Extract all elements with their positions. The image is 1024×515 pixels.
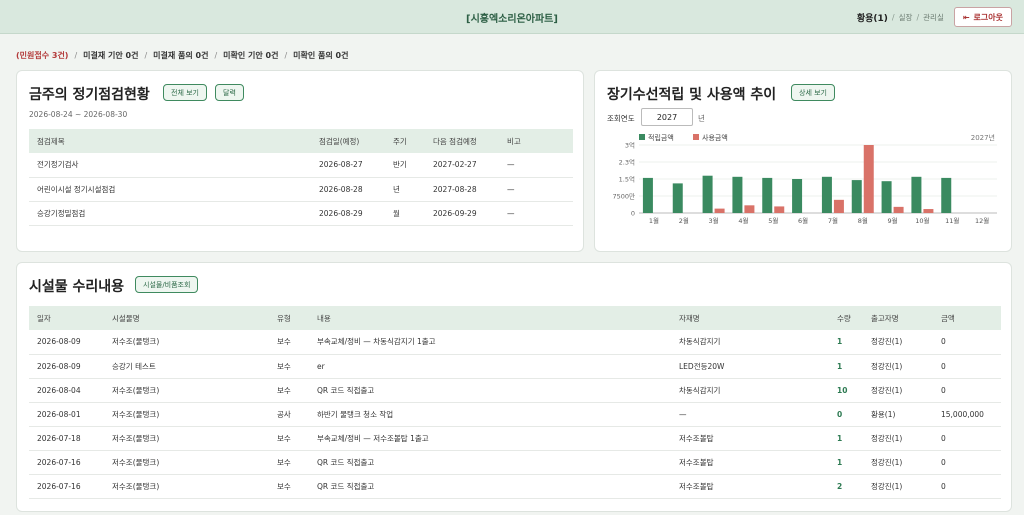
notice-unapproved-requests[interactable]: 미결재 품의 0건: [153, 50, 208, 61]
bar-accumulated: [672, 183, 683, 213]
inspection-date-range: 2026-08-24 ~ 2026-08-30: [29, 110, 128, 119]
notification-bar: (민원접수 3건) / 미결재 기안 0건 / 미결재 품의 0건 / 미확인 …: [16, 50, 349, 61]
col-date[interactable]: 일자: [29, 306, 104, 330]
x-tick-label: 10월: [915, 216, 929, 225]
col-amount[interactable]: 금액: [933, 306, 1001, 330]
bar-accumulated: [941, 177, 952, 213]
col-type[interactable]: 유형: [269, 306, 309, 330]
x-tick-label: 8월: [858, 216, 868, 225]
legend-label-used: 사용금액: [702, 133, 728, 142]
bar-used: [714, 208, 725, 213]
table-row[interactable]: 어린이시설 정기시설점검 2026-08-28 년 2027-08-28—: [29, 177, 573, 202]
inspection-table: 점검제목 점검일(예정) 주기 다음 점검예정 비고 전기정기검사 2026-08…: [29, 129, 573, 226]
y-tick-label: 7500만: [612, 192, 635, 201]
bar-accumulated: [762, 177, 773, 213]
bar-used: [744, 205, 755, 213]
user-role: 실장: [898, 12, 913, 22]
col-title[interactable]: 점검제목: [29, 129, 311, 153]
facility-query-button[interactable]: 시설물/비품조회: [135, 276, 199, 293]
bar-accumulated: [792, 179, 803, 213]
bar-accumulated: [642, 177, 653, 213]
legend-swatch-accumulated: [639, 134, 645, 140]
fund-chart: 적립금액 사용금액 2027년 3억 2.3억 1.5억 7500만 0 1월 2월 3월 4월 5월 6…: [612, 133, 997, 225]
bar-accumulated: [911, 176, 922, 213]
inspection-card: 금주의 정기점검현황 전체 보기 달력 2026-08-24 ~ 2026-08…: [16, 70, 584, 252]
bar-accumulated: [851, 180, 862, 213]
legend-note: 2027년: [971, 133, 995, 142]
detail-button[interactable]: 상세 보기: [791, 84, 835, 101]
col-note[interactable]: 비고: [499, 129, 573, 153]
x-tick-label: 5월: [768, 216, 778, 225]
x-tick-label: 4월: [738, 216, 748, 225]
bar-used: [893, 206, 904, 213]
y-tick-label: 1.5억: [619, 176, 635, 184]
x-tick-label: 3월: [709, 216, 719, 225]
table-row[interactable]: 2026-07-16 저수조(물탱크) 보수 QR 코드 직접출고 저수조볼탑 1 정강진(…: [29, 450, 1001, 475]
col-date[interactable]: 점검일(예정): [311, 129, 385, 153]
table-row[interactable]: 승강기정밀점검 2026-08-29 월 2026-09-29—: [29, 201, 573, 226]
fund-title: 장기수선적립 및 사용액 추이: [607, 87, 777, 103]
col-facility[interactable]: 시설물명: [104, 306, 269, 330]
bar-used: [833, 199, 844, 213]
logout-label: 로그아웃: [973, 12, 1003, 22]
bar-used: [774, 206, 785, 213]
year-input[interactable]: 2027: [641, 108, 693, 126]
col-issuer[interactable]: 출고자명: [863, 306, 933, 330]
notice-unread-requests[interactable]: 미확인 품의 0건: [293, 50, 348, 61]
legend-swatch-used: [693, 134, 699, 140]
top-bar: [시흥엑소리온아파트] 황용(1) / 실장 / 관리실 ⇤ 로그아웃: [0, 0, 1024, 34]
col-cycle[interactable]: 주기: [385, 129, 425, 153]
x-tick-label: 6월: [798, 216, 808, 225]
x-tick-label: 11월: [945, 216, 959, 225]
repairs-table: 일자 시설물명 유형 내용 자재명 수량 출고자명 금액 2026-08-09 저…: [29, 306, 1001, 499]
bar-accumulated: [821, 176, 832, 213]
x-tick-label: 12월: [975, 216, 989, 225]
notice-complaints[interactable]: (민원접수 3건): [16, 50, 68, 61]
y-tick-label: 3억: [625, 142, 635, 150]
col-qty[interactable]: 수량: [829, 306, 863, 330]
user-department: 관리실: [923, 12, 944, 22]
user-area: 황용(1) / 실장 / 관리실 ⇤ 로그아웃: [857, 6, 1012, 28]
table-row[interactable]: 2026-08-04 저수조(물탱크) 보수 QR 코드 직접출고 차동식감지기 10 정강…: [29, 378, 1001, 403]
y-tick-label: 2.3억: [619, 159, 635, 167]
logout-button[interactable]: ⇤ 로그아웃: [953, 7, 1012, 27]
view-all-button[interactable]: 전체 보기: [163, 84, 207, 101]
repairs-card: 시설물 수리내용 시설물/비품조회 일자 시설물명 유형 내용 자재명 수량 출…: [16, 262, 1012, 512]
col-next[interactable]: 다음 점검예정: [425, 129, 499, 153]
table-row[interactable]: 2026-08-01 저수조(물탱크) 공사 하반기 물탱크 청소 작업 —0 황용(1)…: [29, 402, 1001, 427]
x-tick-label: 2월: [679, 216, 689, 225]
table-row[interactable]: 2026-08-09 저수조(물탱크) 보수 부속교체/정비 — 차동식감지기 1출고…: [29, 330, 1001, 355]
logout-icon: ⇤: [962, 12, 970, 22]
inspection-title: 금주의 정기점검현황: [29, 87, 150, 103]
user-name: 황용(1): [856, 13, 888, 24]
year-suffix: 년: [698, 114, 705, 123]
calendar-button[interactable]: 달력: [215, 84, 244, 101]
y-tick-label: 0: [631, 210, 635, 218]
x-tick-label: 1월: [649, 216, 659, 225]
legend-label-accumulated: 적립금액: [648, 133, 674, 142]
bar-used: [923, 209, 934, 213]
x-tick-label: 9월: [888, 216, 898, 225]
table-row[interactable]: 전기정기검사 2026-08-27 반기 2027-02-27—: [29, 153, 573, 178]
bar-accumulated: [702, 175, 713, 213]
table-row[interactable]: 2026-07-18 저수조(물탱크) 보수 부속교체/정비 — 저수조볼탑 1출고 저…: [29, 426, 1001, 451]
x-tick-label: 7월: [828, 216, 838, 225]
notice-unapproved-drafts[interactable]: 미결재 기안 0건: [83, 50, 138, 61]
col-content[interactable]: 내용: [309, 306, 671, 330]
year-label: 조회연도: [607, 114, 635, 123]
bar-accumulated: [881, 181, 892, 213]
fund-card: 장기수선적립 및 사용액 추이 상세 보기 조회연도 2027 년 적립금액 사용…: [594, 70, 1012, 252]
repairs-title: 시설물 수리내용: [29, 279, 125, 295]
bar-accumulated: [732, 176, 743, 213]
bar-used: [863, 145, 874, 213]
table-row[interactable]: 2026-07-16 저수조(물탱크) 보수 QR 코드 직접출고 저수조볼탑 2 정강진(…: [29, 474, 1001, 499]
table-row[interactable]: 2026-08-09 승강기 테스트 보수 er LED전등20W 1 정강진(1) 0: [29, 354, 1001, 379]
notice-unread-drafts[interactable]: 미확인 기안 0건: [223, 50, 278, 61]
col-material[interactable]: 자재명: [671, 306, 829, 330]
